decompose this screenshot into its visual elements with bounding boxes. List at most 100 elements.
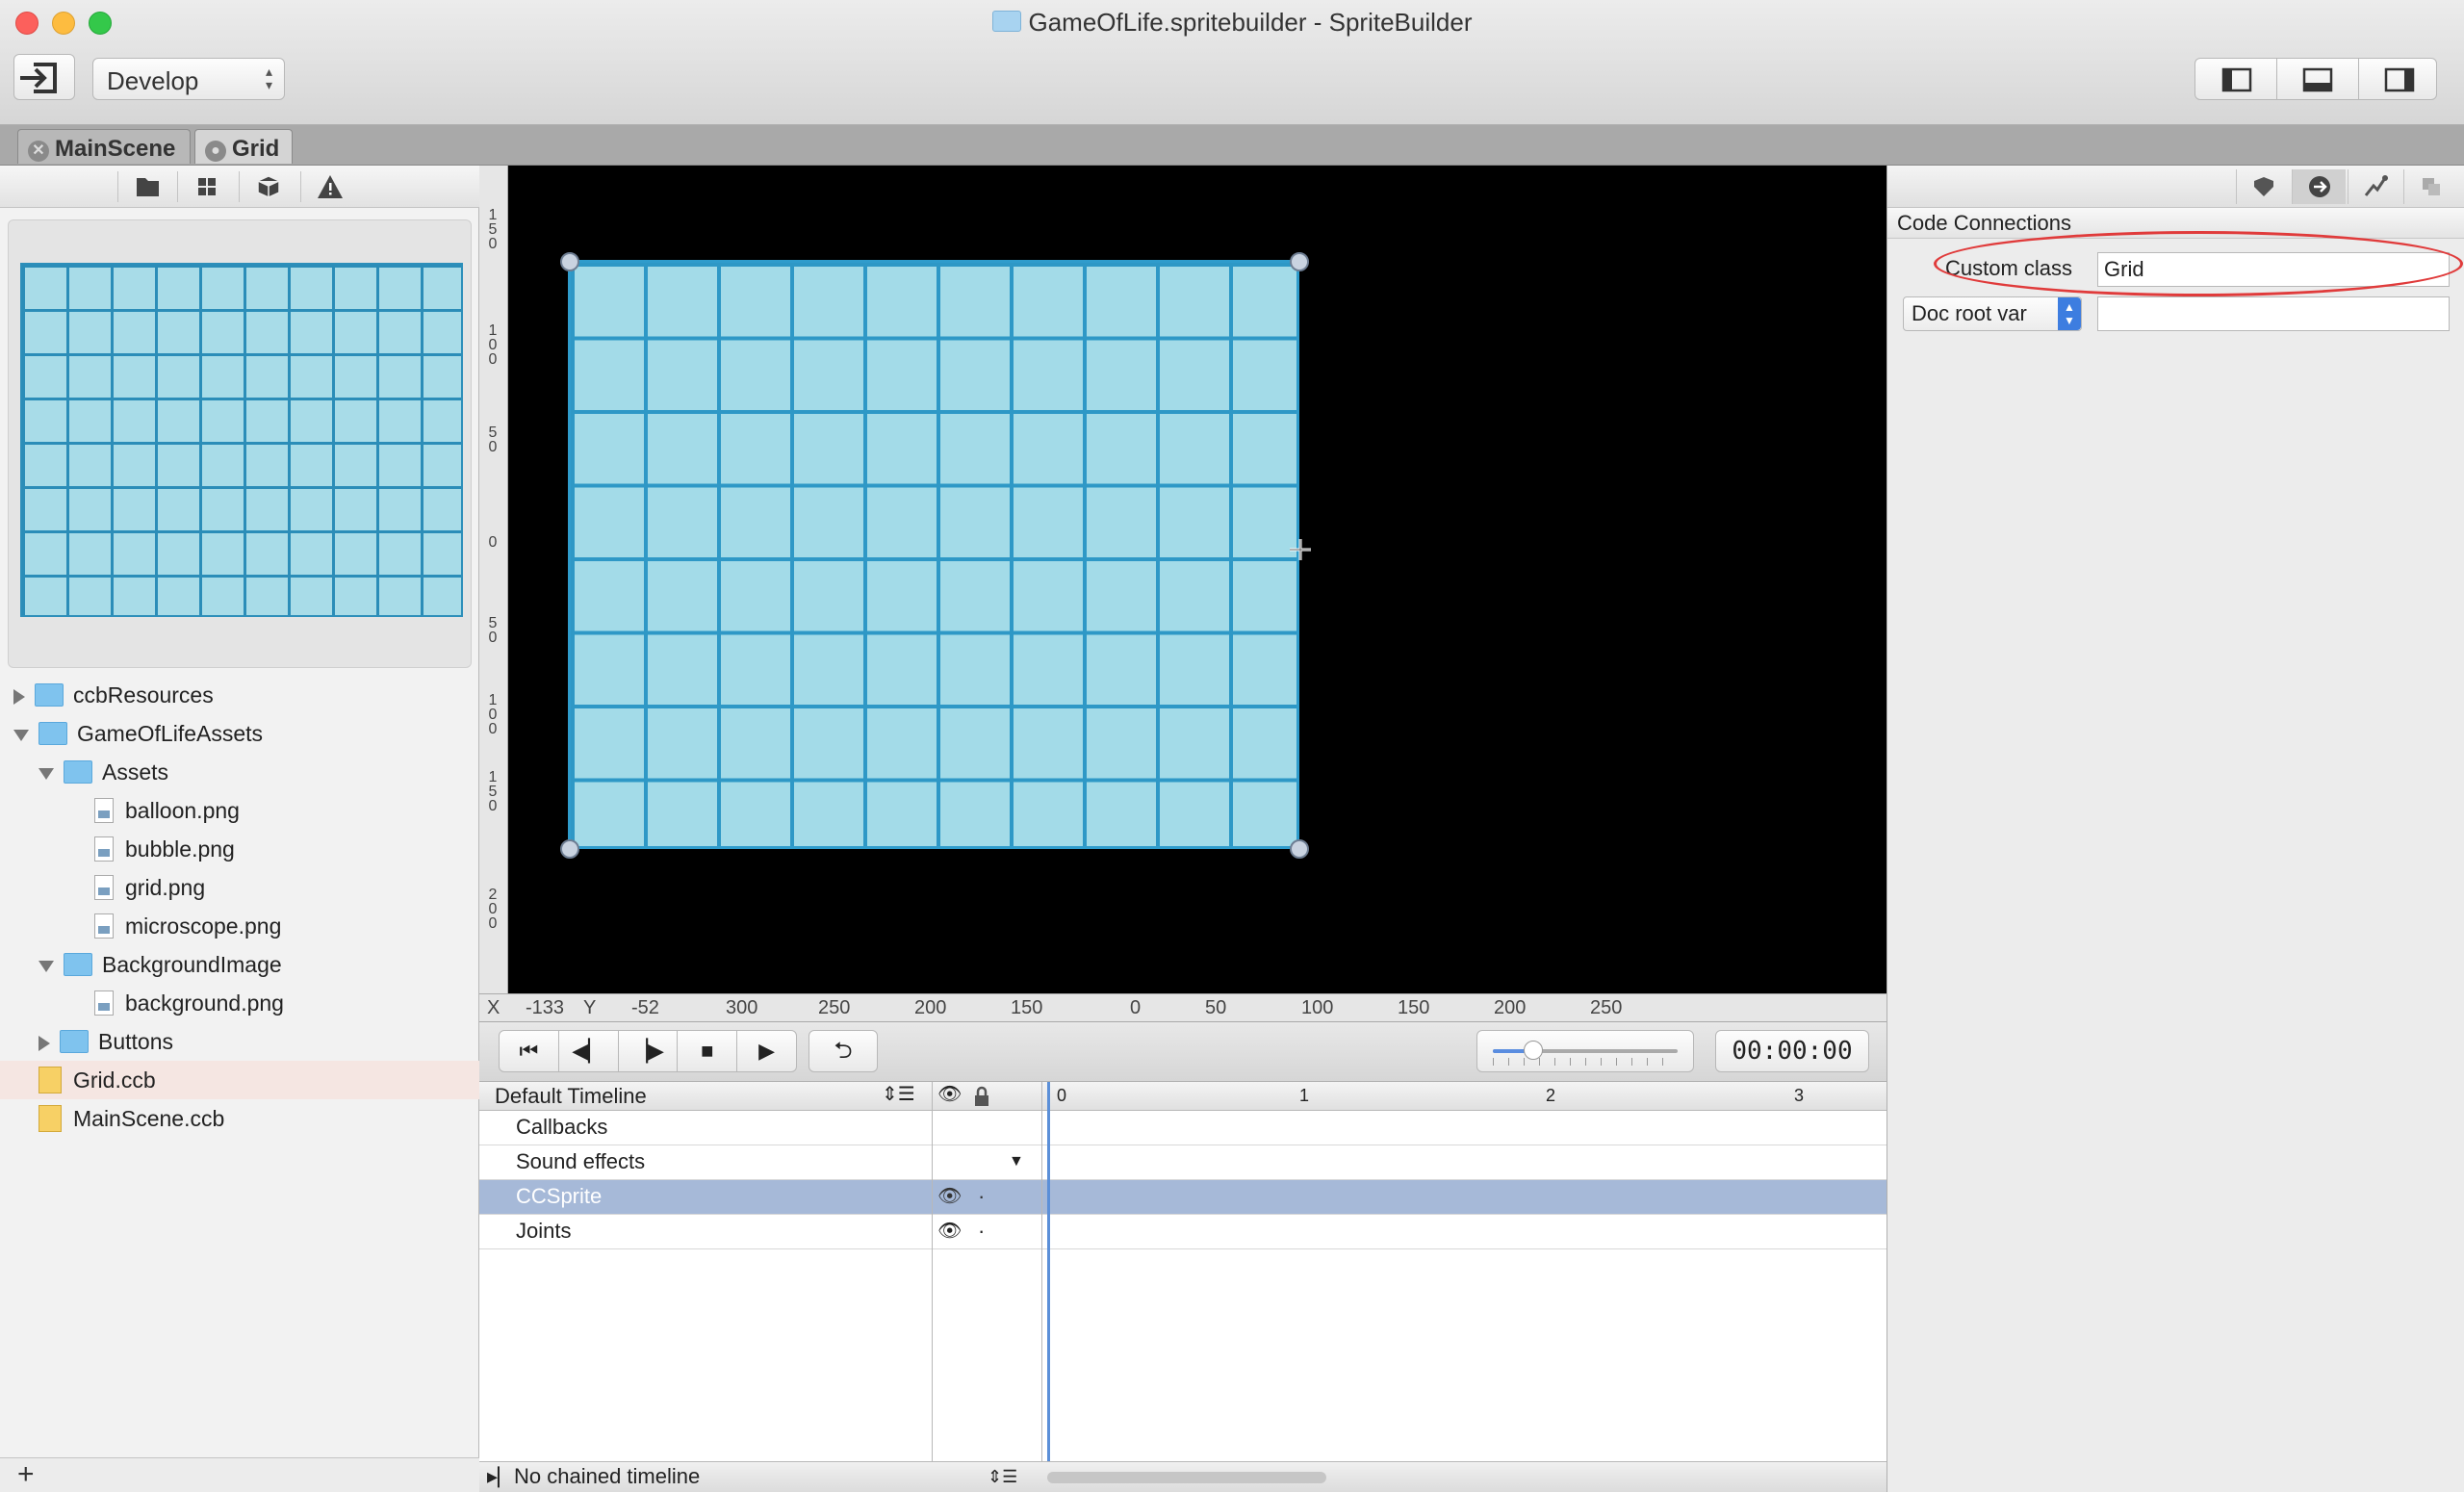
folder-icon — [991, 11, 1021, 33]
timeline-tick-label: 1 — [1299, 1086, 1310, 1105]
preview-grid-image — [20, 263, 463, 617]
doc-root-var-select[interactable]: Doc root var ▲ ▼ — [1903, 296, 2082, 331]
step-forward-button[interactable]: ▕▶ — [619, 1031, 679, 1071]
disclosure-open-icon[interactable] — [13, 729, 29, 741]
image-file-icon — [94, 836, 114, 862]
tab-label: Grid — [232, 136, 280, 162]
scene-canvas[interactable] — [508, 166, 1886, 993]
templates-tab[interactable] — [2403, 169, 2457, 204]
timeline-header: Default Timeline ⇕☰ 👁 0 1 2 3 — [479, 1082, 1886, 1111]
file-view-tab[interactable] — [117, 171, 175, 202]
timeline-horizontal-scrollbar[interactable] — [1047, 1472, 1326, 1483]
time-display[interactable]: 00:00:00 — [1715, 1030, 1869, 1072]
chained-timeline-menu-icon[interactable]: ⇕☰ — [988, 1462, 1017, 1491]
timeline-scale-slider[interactable] — [1476, 1030, 1694, 1072]
disclosure-closed-icon[interactable] — [38, 1035, 50, 1051]
lock-header-icon — [975, 1086, 988, 1106]
tree-item-label: microscope.png — [125, 913, 282, 939]
tree-file-balloon[interactable]: balloon.png — [94, 791, 240, 830]
go-to-start-button[interactable]: ⏮ — [500, 1031, 559, 1071]
image-file-icon — [94, 797, 114, 823]
play-button[interactable]: ▶ — [737, 1031, 796, 1071]
tree-file-bubble[interactable]: bubble.png — [94, 830, 235, 868]
tab-dot-icon[interactable]: ● — [205, 141, 226, 162]
ruler-tick-label: 150 — [488, 207, 498, 252]
toggle-left-panel-button[interactable] — [2195, 59, 2277, 99]
eye-icon[interactable]: 👁 — [937, 1180, 962, 1213]
toggle-right-panel-button[interactable] — [2359, 59, 2440, 99]
stop-button[interactable]: ■ — [678, 1031, 738, 1071]
tree-item-label: MainScene.ccb — [73, 1106, 225, 1131]
item-properties-tab[interactable] — [2236, 169, 2290, 204]
lock-toggle-dot-icon[interactable]: · — [978, 1180, 985, 1213]
dropdown-triangle-icon[interactable]: ▼ — [1009, 1145, 1024, 1178]
timeline-panel: Default Timeline ⇕☰ 👁 0 1 2 3 Callbacks … — [479, 1082, 1886, 1461]
tree-folder-backgroundimage[interactable]: BackgroundImage — [38, 945, 282, 984]
physics-icon — [2364, 175, 2388, 196]
physics-tab[interactable] — [2348, 169, 2401, 204]
window-titlebar: GameOfLife.spritebuilder - SpriteBuilder… — [0, 0, 2464, 125]
folder-icon — [35, 682, 64, 707]
tree-file-grid-ccb[interactable]: Grid.ccb — [0, 1061, 479, 1099]
anchor-point-icon[interactable] — [1288, 537, 1313, 562]
ruler-tick-label: 150 — [1398, 997, 1430, 1018]
add-icon[interactable]: + — [17, 1458, 35, 1491]
tab-mainscene[interactable]: ✕ MainScene — [17, 129, 191, 164]
playhead[interactable] — [1047, 1082, 1050, 1461]
ruler-tick-label: 50 — [488, 615, 498, 646]
doc-root-var-label: Doc root var — [1912, 301, 2027, 325]
timeline-row-sound-effects[interactable]: Sound effects ▼ — [479, 1145, 1886, 1180]
tree-item-label: BackgroundImage — [102, 952, 282, 977]
disclosure-open-icon[interactable] — [38, 960, 54, 972]
tree-folder-assets[interactable]: Assets — [38, 753, 168, 791]
tree-folder-ccbresources[interactable]: ccbResources — [13, 676, 214, 714]
chained-timeline-select[interactable]: No chained timeline — [514, 1462, 700, 1491]
step-back-button[interactable]: ◀▏ — [559, 1031, 619, 1071]
ruler-tick-label: 200 — [1494, 997, 1527, 1018]
timeline-name[interactable]: Default Timeline — [495, 1084, 647, 1109]
image-file-icon — [94, 990, 114, 1016]
tree-file-microscope[interactable]: microscope.png — [94, 907, 281, 945]
timeline-tick-label: 3 — [1794, 1086, 1805, 1105]
timeline-menu-icon[interactable]: ⇕☰ — [882, 1082, 915, 1106]
grid-sprite[interactable] — [568, 260, 1299, 849]
code-connections-icon — [2309, 176, 2330, 197]
resize-handle-top-left[interactable] — [560, 252, 579, 271]
image-file-icon — [94, 913, 114, 939]
y-coord-label: Y — [583, 997, 597, 1018]
timeline-row-joints[interactable]: Joints 👁 · — [479, 1215, 1886, 1249]
timeline-row-callbacks[interactable]: Callbacks — [479, 1111, 1886, 1145]
disclosure-closed-icon[interactable] — [13, 688, 25, 705]
mode-select[interactable]: Develop ▴ ▾ — [92, 58, 285, 100]
ruler-tick-label: 0 — [488, 534, 498, 551]
playback-buttons: ⏮ ◀▏ ▕▶ ■ ▶ — [499, 1030, 797, 1072]
window-title: GameOfLife.spritebuilder - SpriteBuilder — [0, 8, 2464, 38]
publish-button[interactable] — [13, 54, 75, 100]
tree-file-grid[interactable]: grid.png — [94, 868, 205, 907]
tree-file-background[interactable]: background.png — [94, 984, 284, 1022]
toggle-bottom-panel-button[interactable] — [2277, 59, 2359, 99]
loop-button[interactable]: ⮌ — [808, 1030, 878, 1072]
lock-toggle-dot-icon[interactable]: · — [978, 1215, 985, 1248]
warnings-view-tab[interactable] — [300, 171, 358, 202]
tree-folder-buttons[interactable]: Buttons — [38, 1022, 173, 1061]
bottom-panel-icon — [2302, 67, 2333, 92]
timeline-row-label: Callbacks — [516, 1115, 608, 1139]
doc-root-var-field[interactable] — [2097, 296, 2450, 331]
components-view-tab[interactable] — [177, 171, 235, 202]
folder-icon — [38, 721, 67, 745]
slider-knob[interactable] — [1524, 1041, 1544, 1060]
tree-file-mainscene-ccb[interactable]: MainScene.ccb — [38, 1099, 224, 1138]
tree-folder-gameoflifeassets[interactable]: GameOfLifeAssets — [13, 714, 263, 753]
disclosure-open-icon[interactable] — [38, 767, 54, 780]
nodes-view-tab[interactable] — [239, 171, 296, 202]
close-tab-icon[interactable]: ✕ — [28, 141, 49, 162]
panel-toggle-group — [2194, 58, 2437, 100]
eye-icon[interactable]: 👁 — [937, 1215, 962, 1248]
resize-handle-bottom-right[interactable] — [1290, 839, 1309, 859]
code-connections-tab[interactable] — [2292, 169, 2346, 204]
resize-handle-top-right[interactable] — [1290, 252, 1309, 271]
resize-handle-bottom-left[interactable] — [560, 839, 579, 859]
tab-grid[interactable]: ● Grid — [194, 129, 293, 164]
timeline-row-ccsprite[interactable]: CCSprite 👁 · — [479, 1180, 1886, 1215]
